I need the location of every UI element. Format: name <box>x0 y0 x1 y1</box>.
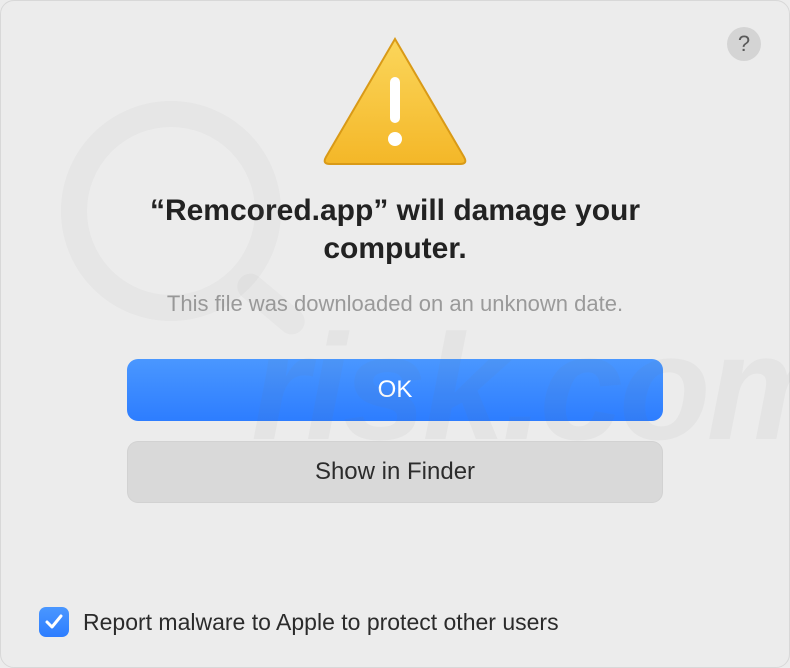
ok-button[interactable]: OK <box>127 359 663 421</box>
help-button[interactable]: ? <box>727 27 761 61</box>
dialog-subtext: This file was downloaded on an unknown d… <box>167 291 623 317</box>
dialog-heading: “Remcored.app” will damage your computer… <box>115 192 675 269</box>
report-malware-row: Report malware to Apple to protect other… <box>39 607 559 637</box>
gatekeeper-dialog: risk.com ? “Remcored.app” will damage yo… <box>0 0 790 668</box>
checkmark-icon <box>44 612 64 632</box>
warning-icon <box>320 33 470 168</box>
help-icon: ? <box>738 31 750 57</box>
show-in-finder-button[interactable]: Show in Finder <box>127 441 663 503</box>
warning-icon-wrap <box>320 33 470 168</box>
report-malware-label: Report malware to Apple to protect other… <box>83 609 559 636</box>
report-malware-checkbox[interactable] <box>39 607 69 637</box>
